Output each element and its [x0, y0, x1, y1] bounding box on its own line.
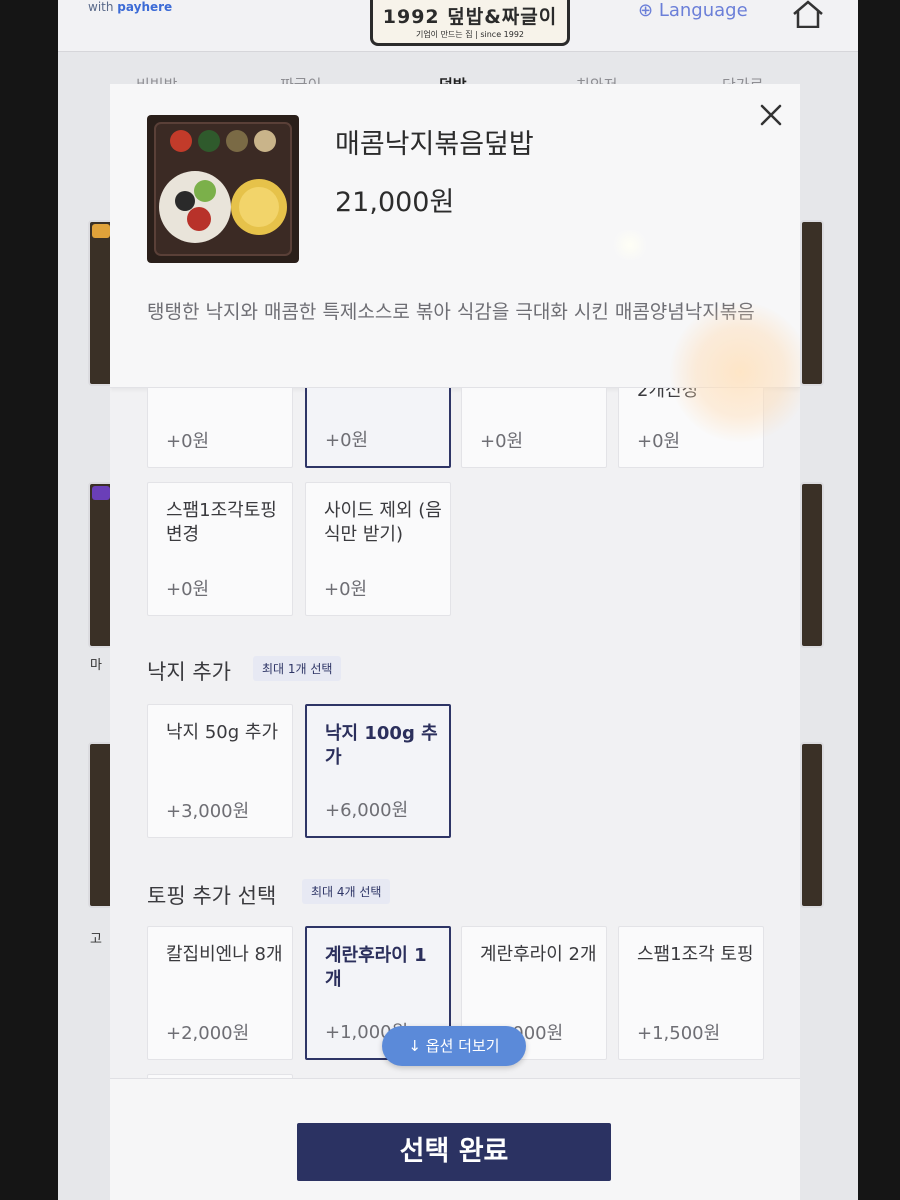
option-price: +0원 — [166, 431, 210, 452]
logo-subtitle: 기업이 만드는 집 | since 1992 — [415, 30, 525, 39]
option-name: 계란후라이 2개 — [480, 944, 597, 965]
food-photo-graphic — [154, 122, 292, 256]
payhere-label: payhere — [117, 0, 173, 14]
option-name: 계란후라이 1개 — [325, 945, 427, 990]
option-name: 사이드 제외 (음식만 받기) — [324, 500, 442, 545]
item-name: 매콤낙지볶음덮밥 — [335, 129, 534, 160]
menu-badge — [92, 486, 110, 500]
modal-footer: 선택 완료 — [110, 1078, 800, 1200]
option-price: +2,000원 — [166, 1023, 250, 1044]
screen-glare — [610, 230, 650, 260]
option-card[interactable]: +0원 — [461, 388, 607, 468]
option-name: 2개선정 — [637, 388, 699, 401]
group-title-octopus: 낙지 추가 — [147, 660, 231, 684]
menu-badge — [92, 224, 110, 238]
option-name: 스팸1조각토핑 변경 — [166, 500, 277, 545]
option-price: +1,500원 — [637, 1023, 721, 1044]
option-name: 낙지 100g 추가 — [325, 723, 438, 768]
option-card[interactable]: 사이드 제외 (음식만 받기) +0원 — [305, 482, 451, 616]
option-name: 칼집비엔나 8개 — [166, 944, 283, 965]
payhere-brand: with payhere — [88, 0, 172, 14]
option-price: +0원 — [480, 431, 524, 452]
arrow-down-icon: ↓ — [408, 1037, 421, 1055]
option-card-selected[interactable]: +0원 — [305, 388, 451, 468]
globe-icon: ⊕ — [638, 0, 654, 21]
menu-card[interactable] — [800, 742, 824, 908]
close-icon[interactable] — [756, 100, 786, 130]
option-card[interactable]: 스팸1조각 토핑 +1,500원 — [618, 926, 764, 1060]
option-modal: 매콤낙지볶음덮밥 21,000원 탱탱한 낙지와 매콤한 특제소스로 볶아 식감… — [110, 84, 800, 1200]
option-price: +0원 — [166, 579, 210, 600]
group-title-topping: 토핑 추가 선택 — [147, 884, 277, 908]
option-price: +0원 — [325, 430, 369, 451]
option-price: +0원 — [637, 431, 681, 452]
store-logo: 1992 덮밥&짜글이 기업이 만드는 집 | since 1992 — [370, 0, 570, 46]
menu-card[interactable] — [800, 220, 824, 386]
option-name: 스팸1조각 토핑 — [637, 944, 754, 965]
group-limit-badge: 최대 1개 선택 — [253, 656, 342, 681]
language-label: Language — [658, 0, 748, 21]
item-price: 21,000원 — [335, 187, 455, 218]
home-icon[interactable] — [790, 0, 826, 28]
modal-header: 매콤낙지볶음덮밥 21,000원 탱탱한 낙지와 매콤한 특제소스로 볶아 식감… — [110, 84, 800, 388]
group-limit-badge: 최대 4개 선택 — [302, 879, 391, 904]
option-card[interactable]: +0원 — [147, 388, 293, 468]
option-card[interactable]: 낙지 50g 추가 +3,000원 — [147, 704, 293, 838]
with-label: with — [88, 0, 114, 14]
more-options-button[interactable]: ↓ 옵션 더보기 — [382, 1026, 526, 1066]
menu-card[interactable] — [800, 482, 824, 648]
option-name: 낙지 50g 추가 — [166, 722, 279, 743]
menu-label: 마 — [90, 658, 102, 673]
logo-title: 1992 덮밥&짜글이 — [382, 6, 558, 28]
option-price: +6,000원 — [325, 800, 409, 821]
option-price: +3,000원 — [166, 801, 250, 822]
more-options-label: 옵션 더보기 — [425, 1037, 500, 1055]
kiosk-header: with payhere 1992 덮밥&짜글이 기업이 만드는 집 | sin… — [58, 0, 858, 52]
option-card[interactable]: 칼집비엔나 8개 +2,000원 — [147, 926, 293, 1060]
option-price: +0원 — [324, 579, 368, 600]
menu-label: 고 — [90, 932, 102, 947]
language-button[interactable]: ⊕ Language — [638, 0, 748, 21]
option-card[interactable]: 2개선정 +0원 — [618, 388, 764, 468]
option-card-selected[interactable]: 낙지 100g 추가 +6,000원 — [305, 704, 451, 838]
confirm-selection-button[interactable]: 선택 완료 — [297, 1123, 611, 1181]
option-card[interactable]: 스팸1조각토핑 변경 +0원 — [147, 482, 293, 616]
options-scroll-area[interactable]: +0원 +0원 +0원 2개선정 +0원 스팸1조각토핑 변경 +0원 사이드 … — [110, 388, 800, 1078]
item-description: 탱탱한 낙지와 매콤한 특제소스로 볶아 식감을 극대화 시킨 매콤양념낙지볶음 — [147, 301, 755, 323]
food-image — [147, 115, 299, 263]
